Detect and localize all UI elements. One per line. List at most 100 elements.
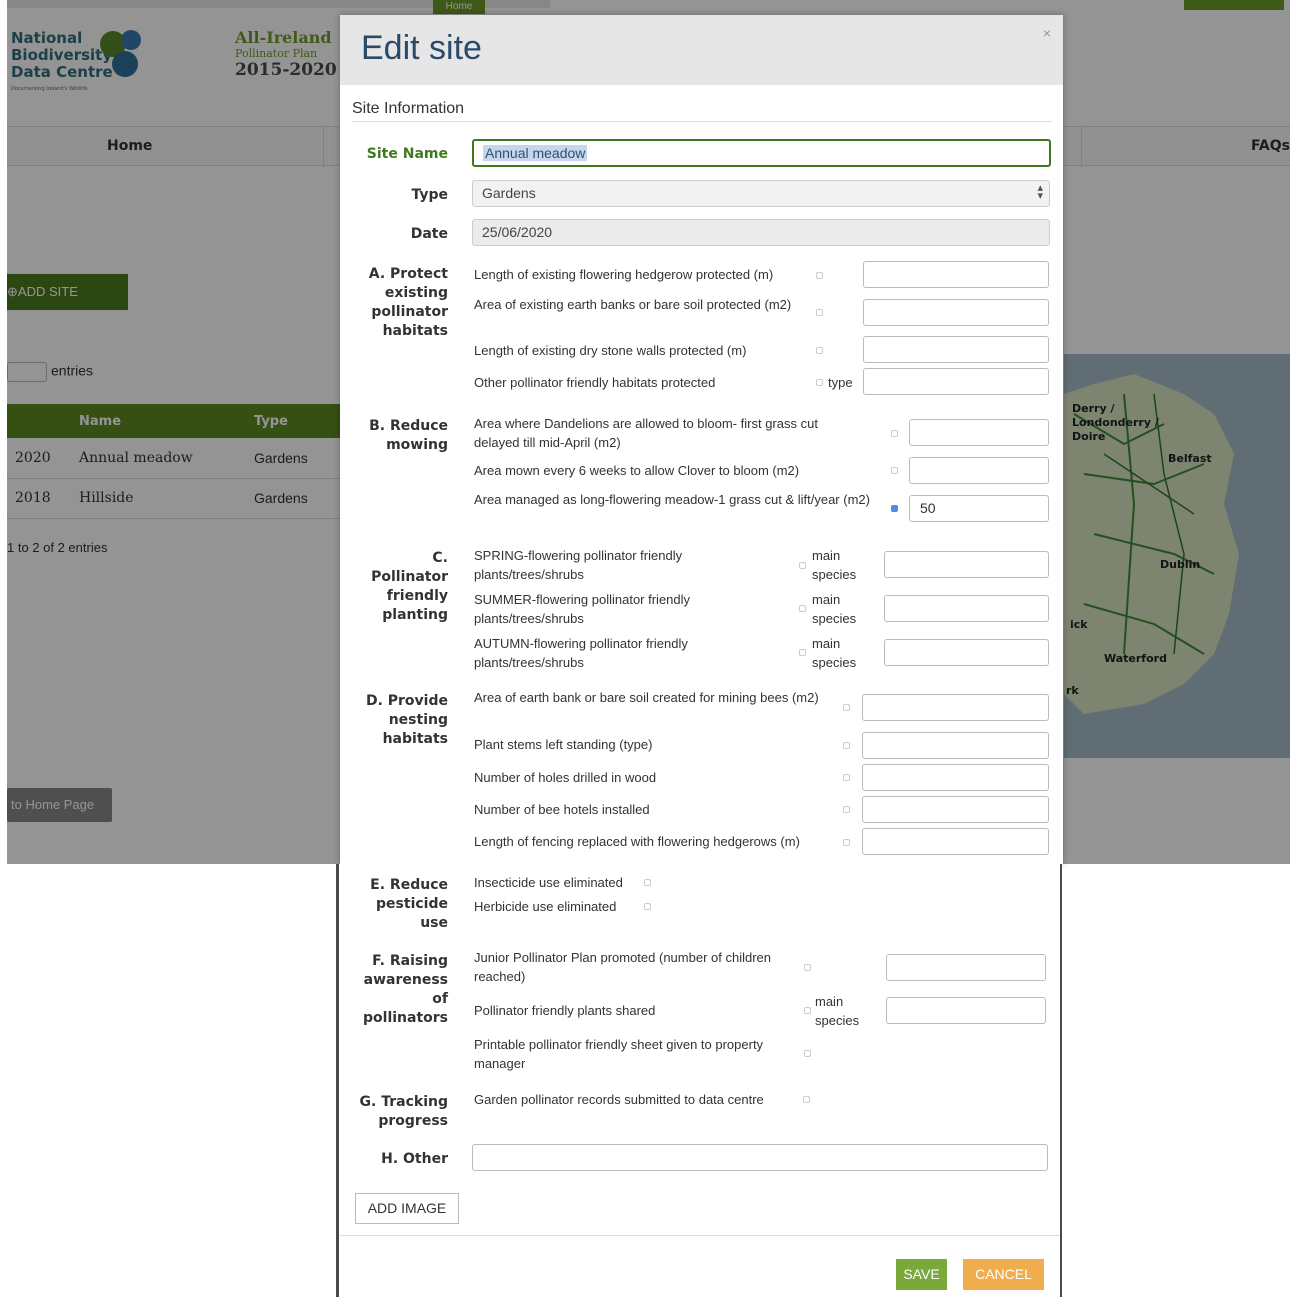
type-label: Type — [411, 187, 448, 203]
edit-site-modal-continued: E. Reduce pesticide use Insecticide use … — [336, 864, 1062, 1297]
close-icon[interactable]: × — [1043, 25, 1051, 41]
add-image-button[interactable]: ADD IMAGE — [355, 1193, 459, 1224]
clover-input[interactable] — [909, 457, 1049, 484]
group-label-line: friendly — [386, 588, 448, 604]
meadow-checkbox[interactable] — [891, 505, 898, 512]
herbicide-checkbox[interactable] — [644, 903, 651, 910]
item-plants-shared: Pollinator friendly plants shared — [474, 1003, 656, 1018]
group-label-line: Pollinator — [371, 569, 448, 585]
type-value: Gardens — [482, 185, 536, 201]
dry-stone-walls-input[interactable] — [863, 336, 1049, 363]
clover-checkbox[interactable] — [891, 467, 898, 474]
item-bee-hotels: Number of bee hotels installed — [474, 802, 650, 817]
group-label-line: E. Reduce — [370, 877, 448, 893]
suffix-line: species — [812, 611, 857, 626]
meadow-input[interactable]: 50 — [909, 495, 1049, 522]
records-submitted-checkbox[interactable] — [803, 1096, 810, 1103]
cancel-button[interactable]: CANCEL — [963, 1259, 1044, 1290]
earth-bank-created-checkbox[interactable] — [843, 704, 850, 711]
item-earth-banks-protected: Area of existing earth banks or bare soi… — [474, 297, 792, 312]
group-label-line: existing — [384, 285, 448, 301]
select-arrows-icon: ▴ ▾ — [1037, 182, 1043, 202]
other-habitats-input[interactable] — [863, 368, 1049, 395]
hedgerow-protected-checkbox[interactable] — [816, 272, 823, 279]
insecticide-checkbox[interactable] — [644, 879, 651, 886]
other-input[interactable] — [472, 1144, 1048, 1171]
group-label-line: habitats — [382, 731, 448, 747]
suffix-line: main — [812, 548, 841, 563]
earth-banks-protected-checkbox[interactable] — [816, 309, 823, 316]
group-label-line: habitats — [382, 323, 448, 339]
site-name-label: Site Name — [366, 146, 448, 162]
type-select[interactable]: Gardens ▴ ▾ — [472, 180, 1050, 207]
suffix-line: main — [812, 592, 841, 607]
species-suffix: main species — [812, 634, 856, 672]
dandelions-checkbox[interactable] — [891, 430, 898, 437]
group-d-label: D. Provide nesting habitats — [340, 692, 448, 749]
junior-plan-checkbox[interactable] — [804, 964, 811, 971]
item-plant-stems: Plant stems left standing (type) — [474, 737, 653, 752]
section-title: Site Information — [352, 100, 465, 117]
section-divider — [352, 121, 1052, 122]
summer-checkbox[interactable] — [799, 605, 806, 612]
item-printable-sheet: Printable pollinator friendly sheet give… — [474, 1037, 764, 1071]
fencing-replaced-input[interactable] — [862, 828, 1049, 855]
group-label-line: use — [420, 915, 448, 931]
group-label-line: G. Tracking — [359, 1094, 448, 1110]
group-label-line: pesticide — [376, 896, 448, 912]
fencing-replaced-checkbox[interactable] — [843, 839, 850, 846]
group-label-line: pollinator — [371, 304, 448, 320]
species-suffix: main species — [812, 546, 856, 584]
species-suffix: main species — [815, 992, 859, 1030]
item-holes-drilled: Number of holes drilled in wood — [474, 770, 657, 785]
item-dandelions: Area where Dandelions are allowed to blo… — [474, 416, 818, 450]
dandelions-input[interactable] — [909, 419, 1049, 446]
group-label-line: pollinators — [363, 1010, 448, 1026]
plants-shared-checkbox[interactable] — [804, 1007, 811, 1014]
spring-checkbox[interactable] — [799, 562, 806, 569]
printable-sheet-checkbox[interactable] — [804, 1050, 811, 1057]
date-label: Date — [410, 226, 448, 242]
item-records-submitted: Garden pollinator records submitted to d… — [474, 1092, 764, 1107]
group-g-label: G. Tracking progress — [339, 1093, 448, 1131]
autumn-checkbox[interactable] — [799, 649, 806, 656]
earth-banks-protected-input[interactable] — [863, 299, 1049, 326]
earth-bank-created-input[interactable] — [862, 694, 1049, 721]
item-insecticide: Insecticide use eliminated — [474, 875, 623, 890]
site-name-input[interactable]: Annual meadow — [472, 139, 1051, 167]
other-habitats-checkbox[interactable] — [816, 379, 823, 386]
plant-stems-checkbox[interactable] — [843, 742, 850, 749]
group-h-label: H. Other — [381, 1151, 448, 1167]
item-meadow: Area managed as long-flowering meadow-1 … — [474, 492, 870, 507]
spring-input[interactable] — [884, 551, 1049, 578]
dry-stone-walls-checkbox[interactable] — [816, 347, 823, 354]
group-a-label: A. Protect existing pollinator habitats — [340, 265, 448, 341]
group-label-line: awareness — [363, 972, 448, 988]
suffix-line: main — [815, 994, 844, 1009]
holes-drilled-input[interactable] — [862, 764, 1049, 791]
hedgerow-protected-input[interactable] — [863, 261, 1049, 288]
holes-drilled-checkbox[interactable] — [843, 774, 850, 781]
group-label-line: A. Protect — [368, 266, 448, 282]
item-earth-bank-created: Area of earth bank or bare soil created … — [474, 690, 819, 705]
item-autumn: AUTUMN-flowering pollinator friendly pla… — [474, 636, 688, 670]
group-label-line: of — [432, 991, 448, 1007]
bee-hotels-checkbox[interactable] — [843, 806, 850, 813]
summer-input[interactable] — [884, 595, 1049, 622]
bee-hotels-input[interactable] — [862, 796, 1049, 823]
group-label-line: nesting — [388, 712, 448, 728]
item-summer: SUMMER-flowering pollinator friendly pla… — [474, 592, 691, 626]
suffix-line: species — [812, 655, 857, 670]
item-hedgerow-protected: Length of existing flowering hedgerow pr… — [474, 267, 774, 282]
save-button[interactable]: SAVE — [896, 1259, 947, 1290]
group-label-line: D. Provide — [365, 693, 448, 709]
plants-shared-input[interactable] — [886, 997, 1046, 1024]
suffix-line: species — [815, 1013, 860, 1028]
date-field: 25/06/2020 — [472, 219, 1050, 246]
item-other-habitats: Other pollinator friendly habitats prote… — [474, 375, 716, 390]
modal-header: Edit site × — [340, 15, 1063, 85]
autumn-input[interactable] — [884, 639, 1049, 666]
item-fencing-replaced: Length of fencing replaced with flowerin… — [474, 834, 800, 849]
junior-plan-input[interactable] — [886, 954, 1046, 981]
plant-stems-input[interactable] — [862, 732, 1049, 759]
